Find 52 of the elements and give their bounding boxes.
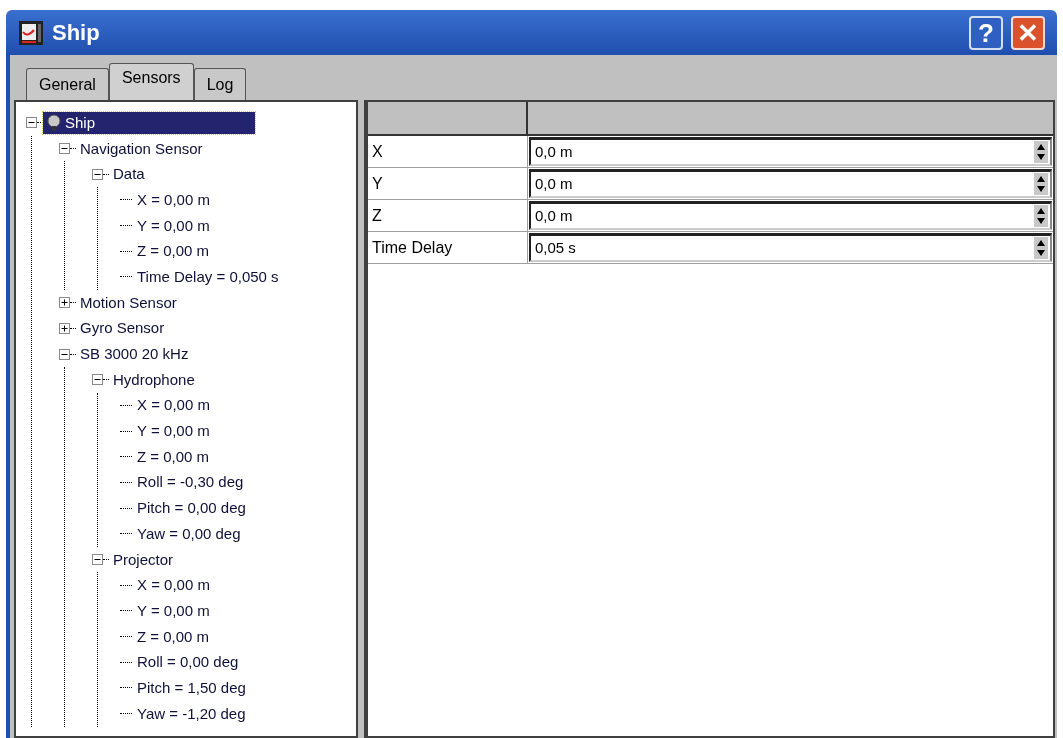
property-label: Y bbox=[368, 168, 528, 199]
spinner-icon[interactable] bbox=[1034, 205, 1048, 227]
tab[interactable]: General bbox=[26, 68, 109, 100]
tree-item[interactable]: X = 0,00 m bbox=[133, 394, 214, 417]
tree-item[interactable]: Pitch = 0,00 deg bbox=[133, 497, 250, 520]
spinner-icon[interactable] bbox=[1034, 173, 1048, 195]
tree-item[interactable]: Z = 0,00 m bbox=[133, 445, 214, 468]
tree-item[interactable]: Hydrophone bbox=[109, 368, 199, 391]
spin-field[interactable]: 0,0 m bbox=[529, 201, 1052, 230]
collapse-icon[interactable] bbox=[92, 374, 103, 386]
tree-item[interactable]: Z = 0,00 m bbox=[133, 240, 214, 263]
tree-item[interactable]: X = 0,00 m bbox=[133, 574, 214, 597]
property-label: Time Delay bbox=[368, 232, 528, 263]
expand-icon[interactable] bbox=[59, 297, 70, 309]
tree-item[interactable]: Pitch = 1,50 deg bbox=[133, 676, 250, 699]
expand-icon[interactable] bbox=[59, 322, 70, 334]
tree-item[interactable]: Roll = 0,00 deg bbox=[133, 651, 243, 674]
collapse-icon[interactable] bbox=[59, 348, 70, 360]
spin-field[interactable]: 0,05 s bbox=[529, 233, 1052, 262]
tree-item[interactable]: Navigation Sensor bbox=[76, 137, 207, 160]
tree-item[interactable]: Data bbox=[109, 163, 149, 186]
collapse-icon[interactable] bbox=[92, 168, 103, 180]
property-label: Z bbox=[368, 200, 528, 231]
window-title: Ship bbox=[52, 19, 100, 47]
collapse-icon[interactable] bbox=[26, 117, 37, 129]
tab[interactable]: Log bbox=[193, 68, 247, 100]
tree-item[interactable]: Roll = -0,30 deg bbox=[133, 471, 248, 494]
tree-item[interactable]: SB 3000 20 kHz bbox=[76, 343, 193, 366]
tree-item[interactable]: Y = 0,00 m bbox=[133, 420, 214, 443]
bulb-icon bbox=[47, 113, 61, 132]
spin-field[interactable]: 0,0 m bbox=[529, 169, 1052, 198]
app-icon bbox=[18, 19, 44, 46]
tree-item[interactable]: Yaw = 0,00 deg bbox=[133, 522, 245, 545]
tree-item[interactable]: Y = 0,00 m bbox=[133, 599, 214, 622]
tree-item[interactable]: Gyro Sensor bbox=[76, 317, 169, 340]
tree-item[interactable]: Yaw = -1,20 deg bbox=[133, 702, 250, 725]
tree-item[interactable]: Motion Sensor bbox=[76, 291, 181, 314]
spinner-icon[interactable] bbox=[1034, 237, 1048, 259]
tree-item[interactable]: Time Delay = 0,050 s bbox=[133, 265, 283, 288]
collapse-icon[interactable] bbox=[92, 554, 103, 566]
property-label: X bbox=[368, 136, 528, 167]
close-button[interactable]: ✕ bbox=[1011, 15, 1045, 50]
tree-item[interactable]: Projector bbox=[109, 548, 178, 571]
tree-item[interactable]: Z = 0,00 m bbox=[133, 625, 214, 648]
spin-field[interactable]: 0,0 m bbox=[529, 137, 1052, 166]
tree-item[interactable]: Y = 0,00 m bbox=[133, 214, 214, 237]
tree-item[interactable]: X = 0,00 m bbox=[133, 188, 214, 211]
help-button[interactable]: ? bbox=[969, 15, 1003, 50]
tab[interactable]: Sensors bbox=[108, 63, 194, 100]
collapse-icon[interactable] bbox=[59, 143, 70, 155]
spinner-icon[interactable] bbox=[1034, 141, 1048, 163]
tree-item[interactable]: Ship bbox=[43, 111, 256, 134]
